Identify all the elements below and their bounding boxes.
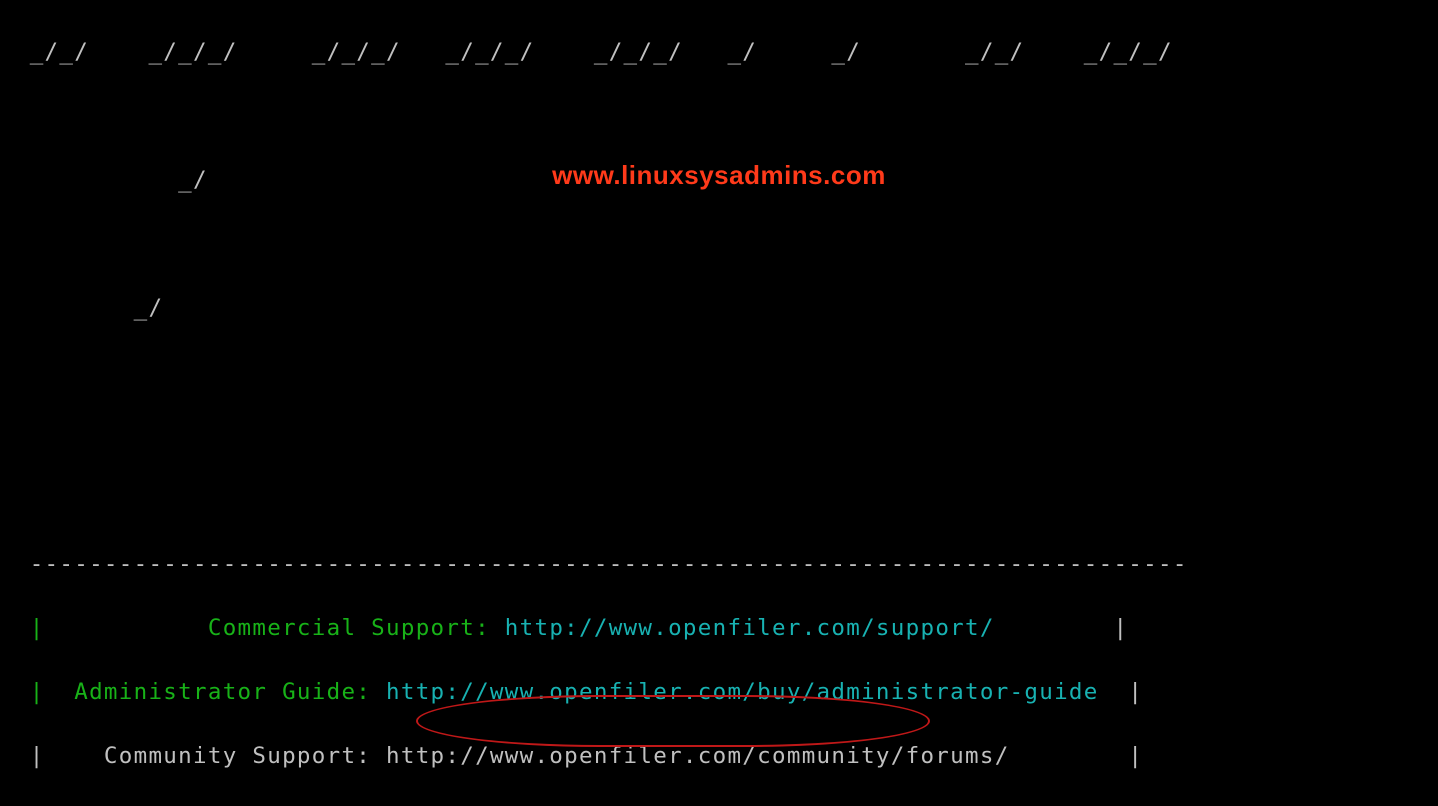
support-community-row: | Community Support: http://www.openfile… bbox=[0, 740, 1438, 772]
terminal-screen: _/_/ _/_/_/ _/_/_/ _/_/_/ _/_/_/ _/ _/ _… bbox=[0, 0, 1438, 806]
blank-line bbox=[0, 420, 1438, 452]
row-end: | bbox=[1128, 679, 1143, 705]
admin-guide-label: | Administrator Guide: bbox=[0, 679, 386, 705]
commercial-support-url: http://www.openfiler.com/support/ bbox=[505, 615, 1114, 641]
community-support-url: http://www.openfiler.com/community/forum… bbox=[386, 743, 1128, 769]
support-commercial-row: | Commercial Support: http://www.openfil… bbox=[0, 612, 1438, 644]
commercial-support-label: | Commercial Support: bbox=[0, 615, 505, 641]
row-end: | bbox=[1113, 615, 1128, 641]
row-end: | bbox=[1128, 743, 1143, 769]
community-support-label: | Community Support: bbox=[0, 743, 386, 769]
ascii-art-line-3: _/ bbox=[0, 292, 1438, 324]
admin-guide-url: http://www.openfiler.com/buy/administrat… bbox=[386, 679, 1128, 705]
divider-top: ----------------------------------------… bbox=[0, 548, 1438, 580]
blank-line bbox=[0, 228, 1438, 260]
ascii-art-line-1: _/_/ _/_/_/ _/_/_/ _/_/_/ _/_/_/ _/ _/ _… bbox=[0, 36, 1438, 68]
blank-line bbox=[0, 100, 1438, 132]
support-admin-row: | Administrator Guide: http://www.openfi… bbox=[0, 676, 1438, 708]
ascii-art-line-2: _/ bbox=[0, 164, 1438, 196]
blank-line bbox=[0, 356, 1438, 388]
blank-line bbox=[0, 484, 1438, 516]
